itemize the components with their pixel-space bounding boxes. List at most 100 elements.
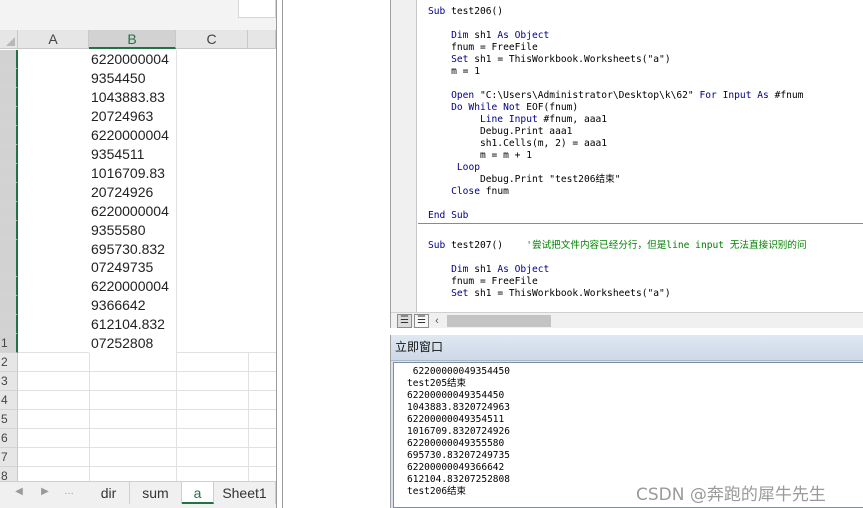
code-line[interactable]: End Sub (428, 210, 468, 222)
code-text: #fnum, aaa1 (537, 114, 608, 125)
code-line[interactable]: Debug.Print "test206结束" (428, 174, 621, 186)
cell-b[interactable]: 20724963 (89, 107, 176, 126)
code-text: sh1.Cells(m, 2) = aaa1 (428, 138, 608, 149)
cell-b[interactable]: 1016709.83 (89, 164, 176, 183)
cell-b[interactable]: 07252808 (89, 334, 176, 353)
row-header[interactable] (0, 68, 18, 88)
row-header[interactable]: 5 (0, 410, 18, 430)
row-header[interactable] (0, 182, 18, 202)
select-all-corner[interactable] (0, 30, 18, 49)
cell-b[interactable]: 1043883.83 (89, 88, 176, 107)
row-header[interactable] (0, 125, 18, 145)
code-text: fnum (480, 186, 509, 197)
code-line[interactable]: Do While Not EOF(fnum) (428, 102, 578, 114)
row-header[interactable]: 7 (0, 447, 18, 467)
row-header[interactable]: 6 (0, 429, 18, 448)
code-keyword: For Input As (699, 90, 769, 101)
row-header[interactable]: 3 (0, 372, 18, 392)
cell-b[interactable]: 695730.832 (89, 240, 176, 259)
cell-b[interactable]: 6220000004 (89, 50, 176, 69)
code-keyword: Loop (456, 162, 480, 173)
code-keyword: Dim (451, 264, 469, 275)
row-header[interactable] (0, 106, 18, 126)
code-text: test207() (445, 240, 527, 251)
row-header[interactable] (0, 50, 18, 69)
sheet-prev-icon[interactable]: ◀ (12, 486, 26, 497)
row-header[interactable] (0, 315, 18, 335)
formula-bar-fragment[interactable] (238, 0, 276, 18)
cell-b[interactable]: 07249735 (89, 258, 176, 277)
code-line[interactable]: Dim sh1 As Object (428, 30, 549, 42)
row-header[interactable] (0, 296, 18, 316)
code-line[interactable]: Dim sh1 As Object (428, 264, 549, 276)
row-header[interactable] (0, 258, 18, 278)
cell-b[interactable]: 612104.832 (89, 315, 176, 334)
row-header[interactable] (0, 201, 18, 221)
code-editor[interactable]: Sub test206() Dim sh1 As Object fnum = F… (418, 0, 863, 312)
code-line[interactable]: Close fnum (428, 186, 509, 198)
cell-b[interactable]: 6220000004 (89, 202, 176, 221)
row-header[interactable] (0, 163, 18, 183)
code-line[interactable]: Debug.Print aaa1 (428, 126, 572, 138)
code-line[interactable]: Line Input #fnum, aaa1 (428, 114, 607, 126)
immediate-output-line: 62200000049355580 (407, 438, 505, 449)
cell-b[interactable]: 20724926 (89, 183, 176, 202)
procedure-view-icon[interactable]: ☰ (397, 314, 412, 328)
code-line[interactable]: m = 1 (428, 66, 480, 78)
column-header-b[interactable]: B (89, 30, 176, 49)
sheet-tab-a[interactable]: a (182, 482, 214, 504)
code-keyword: Do While Not (451, 102, 521, 113)
code-text: sh1 (468, 30, 498, 41)
code-margin[interactable] (391, 0, 417, 312)
code-keyword: Set (451, 288, 469, 299)
cell-b[interactable]: 6220000004 (89, 277, 176, 296)
immediate-output-line: 612104.83207252808 (407, 474, 510, 485)
immediate-output-line: 1043883.8320724963 (407, 402, 510, 413)
scroll-left-icon[interactable]: ‹ (431, 314, 443, 328)
sheet-tab-bar: ◀ ▶ … dir sum a Sheet1 (0, 481, 276, 508)
cell-b[interactable]: 9354511 (89, 145, 176, 164)
horizontal-scrollbar[interactable]: ☰ ☰ ‹ (391, 312, 863, 328)
cell-b[interactable]: 9354450 (89, 69, 176, 88)
row-header[interactable] (0, 239, 18, 259)
row-header[interactable]: 2 (0, 353, 18, 373)
cell-b[interactable]: 9366642 (89, 296, 176, 315)
sheet-more-icon[interactable]: … (62, 486, 76, 497)
sheet-tab-dir[interactable]: dir (88, 482, 130, 504)
sheet-tab-sum[interactable]: sum (130, 482, 182, 504)
watermark: CSDN @奔跑的犀牛先生 (636, 485, 826, 505)
immediate-output-line: 62200000049366642 (407, 462, 505, 473)
row-header[interactable]: 1 (0, 334, 18, 354)
cell-b[interactable]: 9355580 (89, 221, 176, 240)
sheet-next-icon[interactable]: ▶ (38, 486, 52, 497)
procedure-separator (418, 223, 863, 224)
row-header[interactable] (0, 220, 18, 240)
code-line[interactable]: Open "C:\Users\Administrator\Desktop\k\6… (428, 90, 803, 102)
full-module-view-icon[interactable]: ☰ (414, 314, 429, 328)
code-line[interactable]: Set sh1 = ThisWorkbook.Worksheets("a") (428, 288, 671, 300)
row-header[interactable] (0, 277, 18, 297)
immediate-window-title: 立即窗口 (391, 335, 863, 361)
sheet-tab-sheet1[interactable]: Sheet1 (214, 482, 276, 504)
code-line[interactable]: Loop (428, 162, 480, 174)
row-header[interactable] (0, 144, 18, 164)
code-line[interactable]: fnum = FreeFile (428, 42, 538, 54)
column-header-c[interactable]: C (176, 30, 248, 49)
row-header[interactable]: 4 (0, 391, 18, 411)
code-text: sh1 = ThisWorkbook.Worksheets("a") (468, 54, 671, 65)
scrollbar-thumb[interactable] (447, 315, 551, 327)
code-text: Debug.Print aaa1 (428, 126, 573, 137)
row-header[interactable] (0, 87, 18, 107)
code-line[interactable]: Set sh1 = ThisWorkbook.Worksheets("a") (428, 54, 671, 66)
code-line[interactable]: Sub test207() '尝试把文件内容已经分行，但是line input … (428, 240, 807, 252)
code-line[interactable]: Sub test206() (428, 6, 503, 18)
code-line[interactable]: fnum = FreeFile (428, 276, 538, 288)
column-header-a[interactable]: A (18, 30, 89, 49)
code-line[interactable]: sh1.Cells(m, 2) = aaa1 (428, 138, 607, 150)
cell-b[interactable]: 6220000004 (89, 126, 176, 145)
code-line[interactable]: m = m + 1 (428, 150, 532, 162)
column-header-next[interactable] (248, 30, 276, 49)
